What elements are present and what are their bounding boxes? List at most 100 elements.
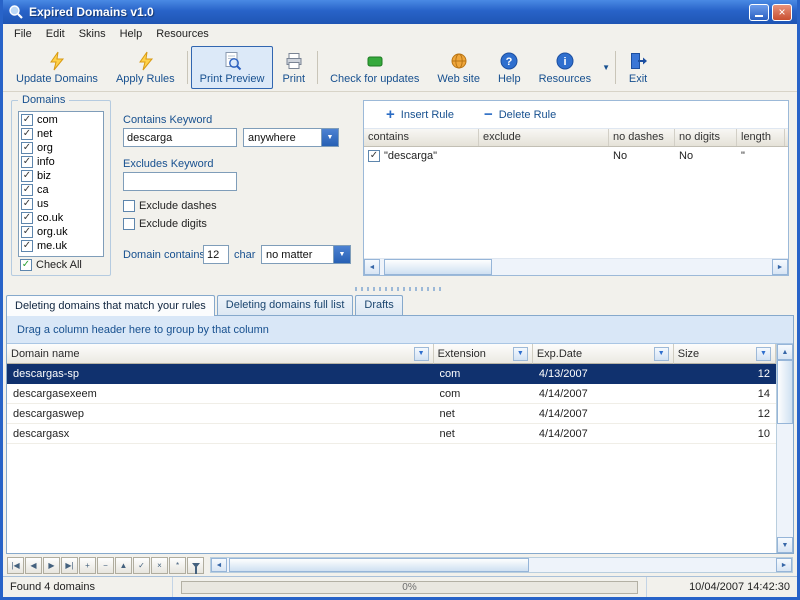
domain-checkbox-org[interactable]: org bbox=[21, 141, 101, 155]
column-exp-date[interactable]: Exp.Date bbox=[532, 344, 674, 364]
nav-prior-button[interactable]: ◀ bbox=[25, 556, 42, 574]
cell-extension: net bbox=[439, 407, 455, 420]
help-button[interactable]: ? Help bbox=[489, 46, 530, 89]
table-row[interactable]: descargasx net 4/14/2007 10 bbox=[7, 424, 776, 444]
menu-edit[interactable]: Edit bbox=[39, 26, 72, 42]
nav-filter-button[interactable] bbox=[187, 556, 204, 574]
domain-checkbox-ca[interactable]: ca bbox=[21, 183, 101, 197]
rules-column-contains[interactable]: contains bbox=[364, 129, 479, 146]
domains-list[interactable]: com net org info biz bbox=[18, 111, 104, 257]
domain-length-input[interactable] bbox=[203, 245, 229, 264]
scroll-thumb[interactable] bbox=[384, 259, 492, 275]
domain-checkbox-com[interactable]: com bbox=[21, 113, 101, 127]
column-filter-icon[interactable] bbox=[512, 346, 528, 361]
checkbox-icon bbox=[123, 200, 135, 212]
column-filter-icon[interactable] bbox=[756, 346, 771, 361]
resources-dropdown-icon[interactable] bbox=[602, 63, 610, 72]
rules-column-exclude[interactable]: exclude bbox=[479, 129, 609, 146]
domain-checkbox-me-uk[interactable]: me.uk bbox=[21, 239, 101, 253]
contains-keyword-input[interactable] bbox=[123, 128, 237, 147]
tab-matching-rules[interactable]: Deleting domains that match your rules bbox=[6, 295, 215, 316]
resources-button[interactable]: i Resources bbox=[530, 46, 601, 89]
update-domains-button[interactable]: Update Domains bbox=[7, 46, 107, 89]
tab-drafts[interactable]: Drafts bbox=[355, 295, 403, 315]
column-filter-icon[interactable] bbox=[653, 346, 669, 361]
nav-first-button[interactable]: |◀ bbox=[7, 556, 24, 574]
nav-delete-button[interactable]: − bbox=[97, 556, 114, 574]
splitter-grip-icon[interactable] bbox=[355, 286, 445, 291]
nav-insert-button[interactable]: + bbox=[79, 556, 96, 574]
scroll-thumb[interactable] bbox=[229, 558, 529, 572]
scroll-left-icon[interactable] bbox=[364, 259, 380, 275]
apply-rules-button[interactable]: Apply Rules bbox=[107, 46, 184, 89]
rules-horizontal-scrollbar[interactable] bbox=[364, 258, 788, 275]
minimize-button[interactable] bbox=[749, 3, 769, 21]
delete-rule-button[interactable]: Delete Rule bbox=[484, 107, 556, 122]
rules-column-no-digits[interactable]: no digits bbox=[675, 129, 737, 146]
toolbar-separator bbox=[317, 51, 319, 84]
domain-checkbox-us[interactable]: us bbox=[21, 197, 101, 211]
scroll-down-icon[interactable] bbox=[777, 537, 793, 553]
column-domain-name-label: Domain name bbox=[11, 347, 80, 360]
domain-checkbox-net[interactable]: net bbox=[21, 127, 101, 141]
group-by-bar[interactable]: Drag a column header here to group by th… bbox=[7, 316, 793, 344]
length-matter-combobox[interactable]: no matter bbox=[261, 245, 351, 264]
column-filter-icon[interactable] bbox=[413, 346, 429, 361]
domain-checkbox-info[interactable]: info bbox=[21, 155, 101, 169]
column-extension[interactable]: Extension bbox=[433, 344, 533, 364]
menu-skins[interactable]: Skins bbox=[72, 26, 113, 42]
nav-last-button[interactable]: ▶| bbox=[61, 556, 78, 574]
insert-rule-label: Insert Rule bbox=[400, 108, 454, 121]
combo-arrow-icon[interactable] bbox=[333, 246, 350, 263]
grid-horizontal-scrollbar[interactable] bbox=[210, 557, 793, 573]
exclude-dashes-checkbox[interactable]: Exclude dashes bbox=[123, 200, 217, 212]
exclude-digits-checkbox[interactable]: Exclude digits bbox=[123, 218, 207, 230]
insert-rule-button[interactable]: Insert Rule bbox=[386, 107, 454, 122]
column-domain-name[interactable]: Domain name bbox=[7, 344, 434, 364]
domain-checkbox-co-uk[interactable]: co.uk bbox=[21, 211, 101, 225]
keyword-position-combobox[interactable]: anywhere bbox=[243, 128, 339, 147]
scroll-right-icon[interactable] bbox=[772, 259, 788, 275]
scroll-up-icon[interactable] bbox=[777, 344, 793, 360]
horizontal-splitter[interactable] bbox=[3, 284, 797, 293]
combo-arrow-icon[interactable] bbox=[321, 129, 338, 146]
print-button[interactable]: Print bbox=[273, 46, 314, 89]
menu-help[interactable]: Help bbox=[113, 26, 150, 42]
rule-row[interactable]: "descarga" No No " bbox=[364, 147, 788, 165]
nav-cancel-button[interactable]: × bbox=[151, 556, 168, 574]
table-row[interactable]: descargaswep net 4/14/2007 12 bbox=[7, 404, 776, 424]
scroll-left-icon[interactable] bbox=[211, 558, 227, 572]
nav-next-button[interactable]: ▶ bbox=[43, 556, 60, 574]
exit-button[interactable]: Exit bbox=[619, 46, 657, 89]
scroll-right-icon[interactable] bbox=[776, 558, 792, 572]
menu-file[interactable]: File bbox=[7, 26, 39, 42]
check-updates-button[interactable]: Check for updates bbox=[321, 46, 428, 89]
table-row[interactable]: descargas-sp com 4/13/2007 12 bbox=[7, 364, 776, 384]
print-preview-button[interactable]: Print Preview bbox=[190, 46, 274, 89]
grid-vertical-scrollbar[interactable] bbox=[776, 344, 793, 553]
table-row[interactable]: descargasexeem com 4/14/2007 14 bbox=[7, 384, 776, 404]
web-site-button[interactable]: Web site bbox=[428, 46, 489, 89]
resources-label: Resources bbox=[538, 72, 592, 85]
nav-refresh-button[interactable]: * bbox=[169, 556, 186, 574]
nav-post-button[interactable]: ✓ bbox=[133, 556, 150, 574]
check-all-checkbox[interactable]: Check All bbox=[20, 259, 82, 271]
domain-checkbox-biz[interactable]: biz bbox=[21, 169, 101, 183]
column-size[interactable]: Size bbox=[673, 344, 776, 364]
nav-edit-button[interactable]: ▲ bbox=[115, 556, 132, 574]
scroll-track[interactable] bbox=[227, 558, 776, 572]
menu-resources[interactable]: Resources bbox=[149, 26, 216, 42]
rule-checkbox-icon[interactable] bbox=[368, 150, 380, 162]
scroll-thumb[interactable] bbox=[777, 360, 793, 424]
scroll-track[interactable] bbox=[777, 360, 793, 537]
checkbox-icon bbox=[21, 114, 33, 126]
scroll-track[interactable] bbox=[380, 259, 772, 275]
rules-column-no-dashes[interactable]: no dashes bbox=[609, 129, 675, 146]
funnel-icon bbox=[191, 562, 200, 574]
excludes-keyword-input[interactable] bbox=[123, 172, 237, 191]
close-button[interactable] bbox=[772, 3, 792, 21]
tab-full-list[interactable]: Deleting domains full list bbox=[216, 295, 354, 315]
domain-label: org bbox=[37, 142, 53, 154]
rules-column-length[interactable]: length bbox=[737, 129, 785, 146]
domain-checkbox-org-uk[interactable]: org.uk bbox=[21, 225, 101, 239]
